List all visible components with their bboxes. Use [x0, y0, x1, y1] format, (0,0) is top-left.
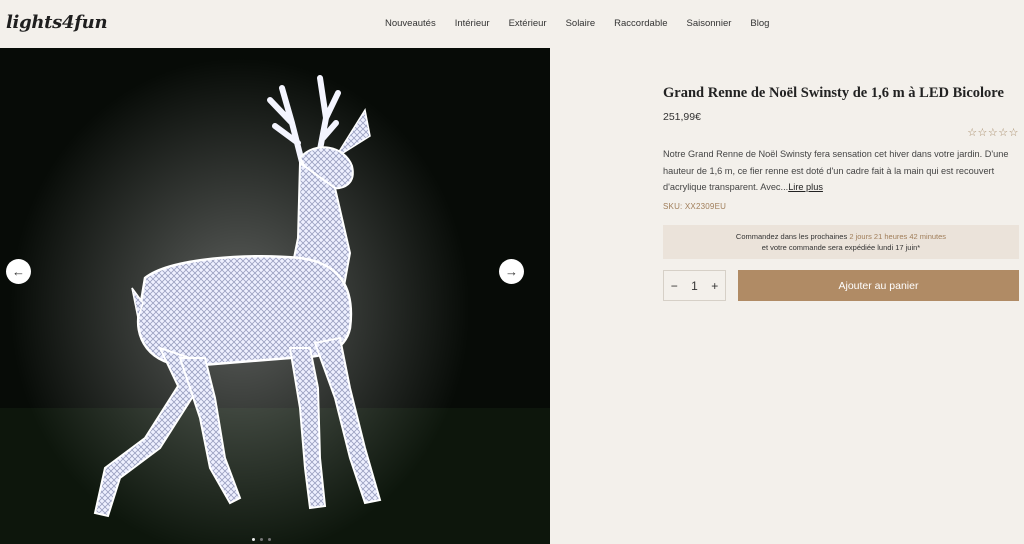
- arrow-left-icon: ←: [12, 264, 25, 279]
- notice-prefix: Commandez dans les prochaines: [735, 232, 850, 241]
- reindeer-product-image: [0, 48, 550, 544]
- product-price: 251,99€: [663, 111, 701, 123]
- site-header: lights4fun Nouveautés Intérieur Extérieu…: [0, 0, 1024, 48]
- nav-item-nouveautes[interactable]: Nouveautés: [385, 18, 436, 29]
- nav-item-solaire[interactable]: Solaire: [566, 18, 596, 29]
- description-text: Notre Grand Renne de Noël Swinsty fera s…: [663, 149, 1009, 192]
- main-nav: Nouveautés Intérieur Extérieur Solaire R…: [385, 18, 788, 29]
- product-sku: SKU: XX2309EU: [663, 202, 727, 211]
- nav-item-interieur[interactable]: Intérieur: [455, 18, 490, 29]
- nav-item-blog[interactable]: Blog: [750, 18, 769, 29]
- quantity-decrease-button[interactable]: −: [671, 279, 678, 293]
- gallery-next-button[interactable]: →: [499, 259, 524, 284]
- nav-item-raccordable[interactable]: Raccordable: [614, 18, 667, 29]
- arrow-right-icon: →: [505, 264, 518, 279]
- rating-stars-icon[interactable]: ☆☆☆☆☆: [967, 126, 1019, 139]
- shipping-notice: Commandez dans les prochaines 2 jours 21…: [663, 225, 1019, 259]
- quantity-value[interactable]: 1: [691, 279, 698, 293]
- product-description: Notre Grand Renne de Noël Swinsty fera s…: [663, 146, 1011, 196]
- gallery-pagination: [252, 538, 271, 541]
- nav-item-exterieur[interactable]: Extérieur: [509, 18, 547, 29]
- product-title: Grand Renne de Noël Swinsty de 1,6 m à L…: [663, 85, 1004, 101]
- product-image-gallery[interactable]: ← →: [0, 48, 550, 544]
- gallery-dot[interactable]: [260, 538, 263, 541]
- read-more-link[interactable]: Lire plus: [788, 182, 823, 192]
- site-logo[interactable]: lights4fun: [6, 12, 108, 33]
- notice-countdown: 2 jours 21 heures 42 minutes: [849, 232, 947, 241]
- notice-ship-date: et votre commande sera expédiée lundi 17…: [761, 243, 921, 252]
- quantity-stepper: − 1 +: [663, 270, 726, 301]
- quantity-increase-button[interactable]: +: [711, 279, 718, 293]
- gallery-dot[interactable]: [252, 538, 255, 541]
- add-to-cart-button[interactable]: Ajouter au panier: [738, 270, 1019, 301]
- gallery-dot[interactable]: [268, 538, 271, 541]
- nav-item-saisonnier[interactable]: Saisonnier: [687, 18, 732, 29]
- gallery-prev-button[interactable]: ←: [6, 259, 31, 284]
